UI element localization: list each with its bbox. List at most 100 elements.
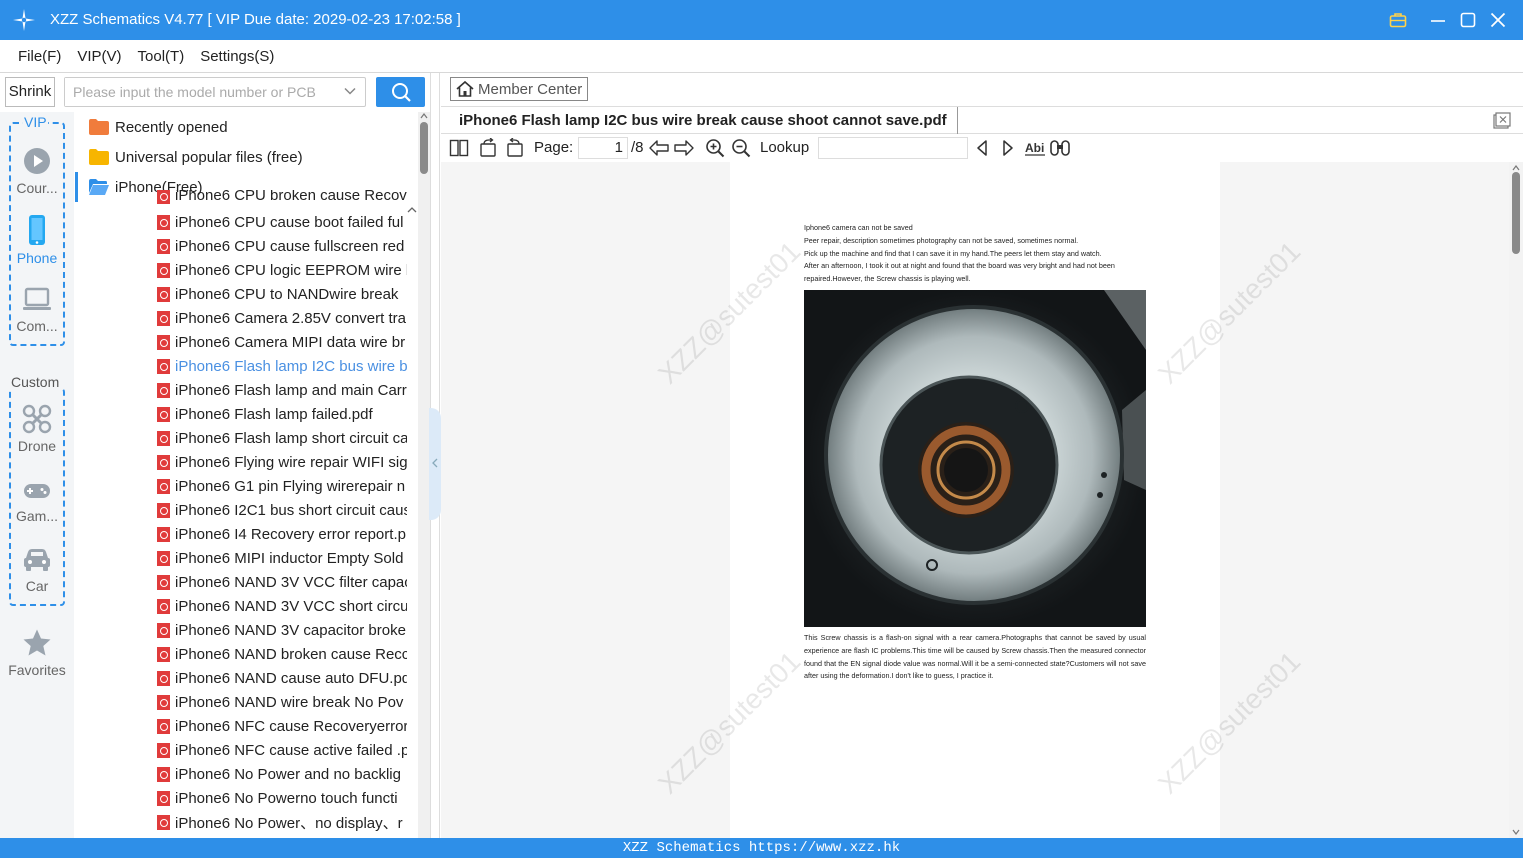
document-tab[interactable]: iPhone6 Flash lamp I2C bus wire break ca… [449,107,958,134]
file-item[interactable]: iPhone6 Flash lamp short circuit ca [157,426,407,450]
home-icon [456,80,474,97]
category-drone[interactable]: Drone [0,404,74,454]
file-item[interactable]: iPhone6 CPU cause boot failed ful [157,210,407,234]
file-item[interactable]: iPhone6 Flash lamp I2C bus wire b [157,354,407,378]
file-item[interactable]: iPhone6 I2C1 bus short circuit caus [157,498,407,522]
file-item[interactable]: iPhone6 NAND 3V capacitor broke [157,618,407,642]
file-label: iPhone6 G1 pin Flying wirerepair n [175,477,406,495]
file-label: iPhone6 NAND wire break No Pov [175,693,404,711]
vip-badge-button[interactable] [1387,8,1409,32]
scroll-up-icon[interactable] [1511,164,1521,172]
file-label: iPhone6 Flash lamp and main Carr [175,381,407,399]
file-item[interactable]: iPhone6 NFC cause Recoveryerror r [157,714,407,738]
lookup-input[interactable] [818,137,968,159]
pdf-file-icon [157,622,170,638]
pdf-file-icon [157,454,170,470]
maximize-icon [1460,12,1476,28]
file-item[interactable]: iPhone6 NFC cause active failed .p [157,738,407,762]
menu-tool[interactable]: Tool(T) [138,48,185,65]
window-title: XZZ Schematics V4.77 [ VIP Due date: 202… [50,11,461,28]
close-button[interactable] [1487,8,1509,32]
close-tab-icon[interactable] [1493,112,1511,130]
search-button[interactable] [376,77,425,107]
member-center-label: Member Center [478,80,583,98]
maximize-button[interactable] [1457,8,1479,32]
file-tree[interactable]: Recently opened Universal popular files … [75,112,418,838]
file-label: iPhone6 Flying wire repair WIFI sig [175,453,407,471]
lookup-label: Lookup [760,139,810,156]
find-previous-icon[interactable] [974,138,990,158]
previous-page-icon[interactable] [648,138,670,158]
collapse-up-icon[interactable] [406,205,418,215]
category-gaming[interactable]: Gam... [0,478,74,524]
file-label: iPhone6 No Power、no display、r [175,814,403,832]
file-item[interactable]: iPhone6 I4 Recovery error report.p [157,522,407,546]
file-item[interactable]: iPhone6 MIPI inductor Empty Sold [157,546,407,570]
file-item[interactable]: iPhone6 Flash lamp failed.pdf [157,402,407,426]
panel-splitter[interactable] [429,73,441,838]
file-item[interactable]: iPhone6 No Power and no backlig [157,762,407,786]
pdf-file-icon [157,286,170,302]
tree-scrollbar-thumb[interactable] [420,122,428,174]
file-item[interactable]: iPhone6 NAND 3V VCC filter capac [157,570,407,594]
shrink-button[interactable]: Shrink [5,77,55,107]
pdf-file-icon [157,550,170,566]
zoom-in-icon[interactable] [705,138,725,158]
model-search-box[interactable] [64,77,366,107]
file-item[interactable]: iPhone6 CPU cause fullscreen red . [157,234,407,258]
category-label: Favorites [8,662,66,678]
folder-recently-opened[interactable]: Recently opened [75,112,418,142]
file-label: iPhone6 NFC cause active failed .p [175,741,407,759]
file-item[interactable]: iPhone6 NAND cause auto DFU.pd [157,666,407,690]
pdf-viewer[interactable]: Iphone6 camera can not be saved Peer rep… [441,162,1509,838]
file-item[interactable]: iPhone6 NAND wire break No Pov [157,690,407,714]
viewer-scrollbar-thumb[interactable] [1512,172,1520,254]
viewer-scrollbar[interactable] [1509,162,1523,838]
title-bar[interactable]: XZZ Schematics V4.77 [ VIP Due date: 202… [0,0,1523,40]
folder-universal-popular[interactable]: Universal popular files (free) [75,142,418,172]
pdf-file-icon [157,574,170,590]
file-label: iPhone6 CPU broken cause Recov [175,190,407,204]
page-total: /8 [631,139,644,156]
file-item[interactable]: iPhone6 G1 pin Flying wirerepair n [157,474,407,498]
minimize-button[interactable] [1427,8,1449,32]
file-item[interactable]: iPhone6 CPU logic EEPROM wire b [157,258,407,282]
file-item-partial[interactable]: iPhone6 CPU broken cause Recov [157,190,407,204]
menu-settings[interactable]: Settings(S) [200,48,274,65]
search-input[interactable] [65,78,335,106]
page-number-input[interactable]: 1 [578,137,628,159]
file-label: iPhone6 CPU logic EEPROM wire b [175,261,407,279]
file-item[interactable]: iPhone6 Flying wire repair WIFI sig [157,450,407,474]
file-item[interactable]: iPhone6 CPU to NANDwire break [157,282,407,306]
category-courses[interactable]: Cour... [0,146,74,196]
file-item[interactable]: iPhone6 No Power、no display、r [157,810,407,834]
category-computer[interactable]: Com... [0,286,74,334]
menu-vip[interactable]: VIP(V) [77,48,121,65]
scroll-down-icon[interactable] [1511,828,1521,836]
chevron-down-icon[interactable] [343,84,357,98]
rotate-right-icon[interactable] [505,138,525,158]
zoom-out-icon[interactable] [731,138,751,158]
category-label: Car [25,578,49,594]
file-item[interactable]: iPhone6 Flash lamp and main Carr [157,378,407,402]
file-item[interactable]: iPhone6 No Powerno touch functi [157,786,407,810]
member-center-button[interactable]: Member Center [450,77,588,101]
two-page-view-icon[interactable] [449,138,469,158]
file-label: iPhone6 I4 Recovery error report.p [175,525,406,543]
file-item[interactable]: iPhone6 NAND 3V VCC short circui [157,594,407,618]
file-label: iPhone6 MIPI inductor Empty Sold [175,549,404,567]
category-favorites[interactable]: Favorites [0,628,74,678]
next-page-icon[interactable] [673,138,695,158]
category-phone[interactable]: Phone [0,214,74,266]
find-next-icon[interactable] [1000,138,1016,158]
category-car[interactable]: Car [0,546,74,594]
binoculars-icon[interactable] [1049,138,1071,158]
file-item[interactable]: iPhone6 NAND broken cause Recc [157,642,407,666]
menu-file[interactable]: File(F) [18,48,61,65]
match-case-icon[interactable]: Abi [1024,138,1046,158]
file-item[interactable]: iPhone6 Camera MIPI data wire br [157,330,407,354]
rotate-left-icon[interactable] [478,138,498,158]
chevron-left-icon[interactable] [431,457,439,469]
file-item[interactable]: iPhone6 Camera 2.85V convert trar [157,306,407,330]
scroll-up-icon[interactable] [419,112,429,120]
